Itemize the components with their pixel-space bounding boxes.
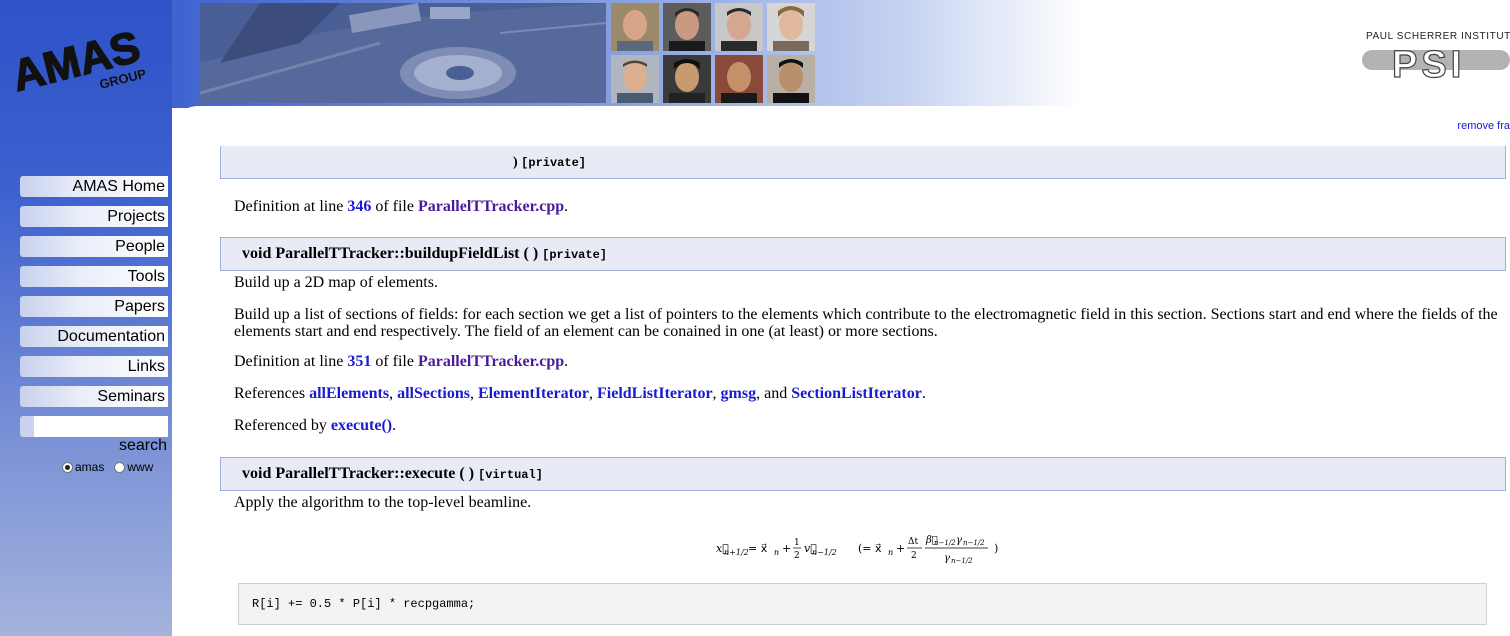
nav-tools[interactable]: Tools — [20, 266, 168, 287]
buildup-detail: Build up a list of sections of fields: f… — [234, 306, 1498, 340]
svg-text:n: n — [774, 548, 779, 557]
scope-amas-label: amas — [75, 460, 105, 474]
psi-logo[interactable]: PAUL SCHERRER INSTITUT PSI — [1360, 28, 1510, 88]
svg-text:Δt: Δt — [908, 537, 918, 547]
def1-file-link[interactable]: ParallelTTracker.cpp — [418, 198, 564, 215]
member-proto-buildupfieldlist: void ParallelTTracker::buildupFieldList … — [220, 237, 1506, 271]
svg-text:= x⃗: = x⃗ — [748, 542, 768, 555]
refby-suffix: . — [392, 417, 397, 434]
svg-text:+: + — [782, 542, 791, 555]
nav-seminars[interactable]: Seminars — [20, 386, 168, 407]
prev-proto-qualifier: [private] — [521, 156, 586, 170]
code-line: R[i] += 0.5 * P[i] * recpgamma; — [252, 597, 476, 611]
svg-text:n: n — [888, 548, 893, 557]
definition-line-2: Definition at line 351 of file ParallelT… — [234, 353, 568, 371]
buildup-detail-line-2: elements start and end respectively. The… — [234, 323, 938, 340]
push-formula-image: x⃗ n+1/2 = x⃗ n + 1 2 v⃗ n−1/2 (= x⃗ n +… — [716, 535, 998, 565]
ref-allsections-link[interactable]: allSections — [397, 385, 470, 402]
scope-amas-radio[interactable] — [62, 461, 73, 473]
svg-text:PAUL SCHERRER INSTITUT: PAUL SCHERRER INSTITUT — [1366, 31, 1510, 42]
def2-suffix: . — [564, 353, 569, 370]
execute-brief: Apply the algorithm to the top-level bea… — [234, 494, 532, 511]
svg-text:): ) — [994, 542, 998, 555]
def2-file-link[interactable]: ParallelTTracker.cpp — [418, 353, 564, 370]
doc-content: ) [private] Definition at line 346 of fi… — [172, 146, 1510, 636]
portrait-7 — [715, 55, 763, 103]
portrait-5 — [611, 55, 659, 103]
references-line: References allElements, allSections, Ele… — [234, 385, 926, 402]
remove-frames-link[interactable]: remove fra — [1457, 120, 1510, 132]
svg-text:n−1/2: n−1/2 — [963, 539, 985, 547]
nav-links[interactable]: Links — [20, 356, 168, 377]
ref-elementiterator-link[interactable]: ElementIterator — [478, 385, 589, 402]
member-proto-execute: void ParallelTTracker::execute ( ) [virt… — [220, 457, 1506, 491]
ref-fieldlistiterator-link[interactable]: FieldListIterator — [597, 385, 713, 402]
svg-text:γ: γ — [944, 553, 950, 564]
portrait-3 — [715, 3, 763, 51]
ref-gmsg-link[interactable]: gmsg — [721, 385, 757, 402]
prev-member-proto: ) [private] — [220, 146, 1506, 179]
amas-group-logo[interactable]: AMAS GROUP — [6, 14, 146, 98]
buildup-brief: Build up a 2D map of elements. — [234, 274, 438, 291]
scope-www-label: www — [127, 460, 154, 474]
svg-text:PSI: PSI — [1392, 44, 1465, 86]
refby-prefix: Referenced by — [234, 417, 331, 434]
buildup-signature: void ParallelTTracker::buildupFieldList … — [242, 245, 539, 262]
refby-execute-link[interactable]: execute() — [331, 417, 392, 434]
def2-prefix: Definition at line — [234, 353, 348, 370]
buildup-qualifier: [private] — [542, 248, 607, 262]
search-button[interactable]: search — [20, 437, 167, 455]
def1-suffix: . — [564, 198, 569, 215]
definition-line-1: Definition at line 346 of file ParallelT… — [234, 198, 568, 216]
def2-line-link[interactable]: 351 — [347, 353, 371, 370]
execute-signature: void ParallelTTracker::execute ( ) — [242, 465, 475, 482]
def1-prefix: Definition at line — [234, 198, 348, 215]
svg-text:+: + — [896, 542, 905, 555]
execute-qualifier: [virtual] — [478, 468, 543, 482]
sidebar: AMAS GROUP AMAS Home Projects People Too… — [0, 0, 172, 636]
nav-projects[interactable]: Projects — [20, 206, 168, 227]
search-scope: amas www — [62, 460, 153, 474]
content-frame-corner — [172, 106, 1510, 148]
nav-documentation[interactable]: Documentation — [20, 326, 168, 347]
svg-text:n−1/2: n−1/2 — [951, 557, 973, 565]
code-fragment: R[i] += 0.5 * P[i] * recpgamma; — [238, 583, 1487, 625]
svg-text:1: 1 — [794, 538, 800, 548]
def1-mid: of file — [371, 198, 418, 215]
portrait-4 — [767, 3, 815, 51]
main-nav: AMAS Home Projects People Tools Papers D… — [20, 176, 168, 416]
svg-text:(= x⃗: (= x⃗ — [858, 542, 882, 555]
referenced-by-line: Referenced by execute(). — [234, 417, 396, 435]
svg-text:2: 2 — [911, 551, 917, 561]
scope-www-radio[interactable] — [114, 461, 126, 473]
nav-people[interactable]: People — [20, 236, 168, 257]
nav-papers[interactable]: Papers — [20, 296, 168, 317]
svg-text:2: 2 — [794, 551, 800, 561]
search-input[interactable] — [20, 416, 168, 437]
buildup-detail-line-1: Build up a list of sections of fields: f… — [234, 306, 1498, 323]
svg-text:n−1/2: n−1/2 — [812, 548, 837, 557]
facility-aerial-photo — [200, 3, 606, 103]
portrait-8 — [767, 55, 815, 103]
def1-line-link[interactable]: 346 — [347, 198, 371, 215]
def2-mid: of file — [371, 353, 418, 370]
svg-text:n+1/2: n+1/2 — [724, 548, 749, 557]
portrait-2 — [663, 3, 711, 51]
refs-prefix: References — [234, 385, 310, 402]
portrait-1 — [611, 3, 659, 51]
svg-text:γ: γ — [956, 535, 962, 546]
facility-aerial-image — [200, 3, 606, 103]
portrait-6 — [663, 55, 711, 103]
svg-text:n−1/2: n−1/2 — [934, 539, 956, 547]
prev-proto-paren: ) — [513, 155, 522, 170]
ref-sectionlistiterator-link[interactable]: SectionListIterator — [791, 385, 922, 402]
svg-text:AMAS: AMAS — [7, 22, 145, 98]
nav-amas-home[interactable]: AMAS Home — [20, 176, 168, 197]
ref-allelements-link[interactable]: allElements — [309, 385, 389, 402]
